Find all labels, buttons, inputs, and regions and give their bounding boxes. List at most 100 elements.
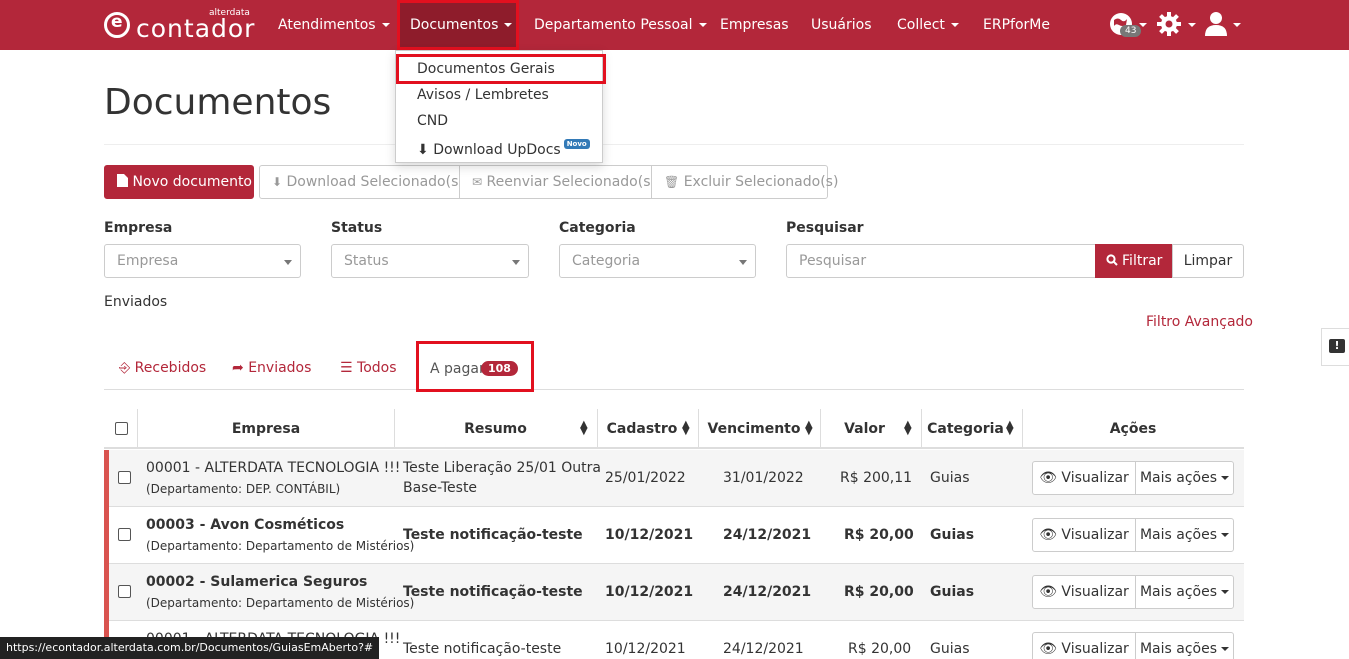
empresa-select[interactable]: Empresa (104, 244, 301, 278)
tabs-underline (104, 389, 1244, 390)
row-resumo: Teste notificação-teste (403, 527, 583, 543)
user-menu[interactable] (1204, 11, 1244, 39)
share-icon: ➦ (232, 360, 244, 376)
download-icon: ⬇ (417, 142, 429, 158)
view-button[interactable]: 👁 Visualizar (1032, 632, 1136, 659)
sort-icon[interactable]: ▲ ▼ (682, 420, 690, 437)
tab-all[interactable]: ☰ Todos (340, 360, 397, 376)
chevron-down-icon (1221, 647, 1230, 651)
nav-empresas[interactable]: Empresas (720, 0, 789, 50)
row-empresa: 00003 - Avon Cosméticos (146, 517, 345, 533)
tab-sent[interactable]: ➦ Enviados (232, 360, 311, 376)
nav-departamento-pessoal[interactable]: Departamento Pessoal (534, 0, 707, 50)
chevron-down-icon (1221, 590, 1230, 594)
sort-icon[interactable]: ▲ ▼ (580, 420, 588, 437)
documentos-dropdown-menu: Documentos Gerais Avisos / Lembretes CND… (395, 50, 606, 163)
chevron-down-icon (284, 260, 292, 265)
row-cadastro: 25/01/2022 (605, 470, 686, 486)
table-row: 00001 - ALTERDATA TECNOLOGIA !!! (Depart… (104, 450, 1244, 507)
categoria-select[interactable]: Categoria (559, 244, 756, 278)
download-selected-button[interactable]: ⬇ Download Selecionado(s) (259, 165, 464, 199)
new-badge: Novo (563, 139, 590, 149)
logo-text: contador (136, 14, 256, 43)
clear-button[interactable]: Limpar (1172, 244, 1244, 278)
nav-documentos[interactable]: Documentos (397, 0, 519, 50)
row-categoria: Guias (930, 470, 970, 486)
menu-item-cnd[interactable]: CND (417, 113, 448, 129)
sort-icon[interactable]: ▲ ▼ (1006, 420, 1014, 437)
col-vencimento[interactable]: Vencimento (698, 421, 810, 437)
view-button[interactable]: 👁 Visualizar (1032, 518, 1136, 552)
row-vencimento: 24/12/2021 (723, 527, 812, 543)
chevron-down-icon (504, 23, 513, 27)
econtador-logo[interactable]: e alterdata contador (104, 8, 254, 44)
menu-item-documentos-gerais[interactable]: Documentos Gerais (417, 61, 555, 77)
sort-icon[interactable]: ▲ ▼ (904, 420, 912, 437)
tab-to-pay-count: 108 (481, 361, 518, 376)
row-department: (Departamento: DEP. CONTÁBIL) (146, 482, 341, 496)
divider (104, 144, 1244, 145)
settings-menu[interactable] (1156, 11, 1196, 39)
new-document-button[interactable]: Novo documento (104, 165, 254, 199)
categoria-label: Categoria (559, 220, 636, 236)
chevron-down-icon (698, 23, 707, 27)
chevron-down-icon (512, 260, 520, 265)
table-row: 00003 - Avon Cosméticos (Departamento: D… (104, 507, 1244, 564)
feedback-icon: ! (1329, 339, 1345, 353)
nav-erpforme[interactable]: ERPforMe (983, 0, 1050, 50)
row-valor: R$ 20,00 (848, 641, 912, 657)
view-button[interactable]: 👁 Visualizar (1032, 461, 1136, 495)
filter-button[interactable]: Filtrar (1095, 244, 1173, 278)
row-empresa: 00002 - Sulamerica Seguros (146, 574, 368, 590)
tab-to-pay[interactable]: A pagar 108 (416, 341, 534, 392)
menu-item-download-updocs[interactable]: ⬇ Download UpDocs Novo (417, 139, 590, 158)
chevron-down-icon (739, 260, 747, 265)
delete-selected-button[interactable]: 🗑 Excluir Selecionado(s) (651, 165, 838, 199)
tab-received[interactable]: ⎆ Recebidos (119, 360, 206, 376)
col-valor[interactable]: Valor (820, 421, 909, 437)
row-categoria: Guias (930, 584, 975, 600)
top-navbar: e alterdata contador Atendimentos Docume… (0, 0, 1349, 50)
chevron-down-icon (1221, 533, 1230, 537)
select-all-checkbox[interactable] (115, 422, 128, 435)
status-select[interactable]: Status (331, 244, 529, 278)
advanced-filter-link[interactable]: Filtro Avançado (1146, 314, 1253, 330)
col-resumo[interactable]: Resumo (394, 421, 597, 437)
eye-icon: 👁 (1039, 584, 1057, 600)
row-vencimento: 31/01/2022 (723, 470, 804, 486)
search-input[interactable]: Pesquisar (786, 244, 1096, 278)
nav-collect[interactable]: Collect (897, 0, 959, 50)
nav-atendimentos[interactable]: Atendimentos (278, 0, 390, 50)
row-checkbox[interactable] (118, 528, 131, 541)
row-checkbox[interactable] (118, 585, 131, 598)
chevron-down-icon (1188, 23, 1196, 27)
sort-icon[interactable]: ▲ ▼ (805, 420, 813, 437)
menu-item-avisos-lembretes[interactable]: Avisos / Lembretes (417, 87, 549, 103)
row-resumo: Teste notificação-teste (403, 584, 583, 600)
row-checkbox[interactable] (118, 471, 131, 484)
view-button[interactable]: 👁 Visualizar (1032, 575, 1136, 609)
chevron-down-icon (1233, 23, 1241, 27)
more-actions-button[interactable]: Mais ações (1135, 575, 1234, 609)
eye-icon: 👁 (1039, 527, 1057, 543)
link-status-bar: https://econtador.alterdata.com.br/Docum… (0, 637, 380, 659)
col-empresa[interactable]: Empresa (137, 421, 395, 437)
inbox-icon: ⎆ (119, 360, 131, 376)
row-department: (Departamento: Departamento de Mistérios… (146, 539, 415, 553)
row-vencimento: 24/12/2021 (723, 641, 804, 657)
col-cadastro[interactable]: Cadastro (597, 421, 687, 437)
file-icon (117, 174, 128, 187)
eye-icon: 👁 (1039, 470, 1057, 486)
row-cadastro: 10/12/2021 (605, 584, 694, 600)
more-actions-button[interactable]: Mais ações (1135, 461, 1234, 495)
feedback-button[interactable]: ! (1321, 328, 1349, 366)
col-categoria[interactable]: Categoria (921, 421, 1010, 437)
table-row: 00002 - Sulamerica Seguros (Departamento… (104, 564, 1244, 621)
nav-usuarios[interactable]: Usuários (811, 0, 872, 50)
resend-selected-button[interactable]: ✉ Reenviar Selecionado(s) (459, 165, 656, 199)
row-empresa: 00001 - ALTERDATA TECNOLOGIA !!! (146, 460, 401, 476)
more-actions-button[interactable]: Mais ações (1135, 632, 1234, 659)
download-icon: ⬇ (272, 175, 283, 189)
more-actions-button[interactable]: Mais ações (1135, 518, 1234, 552)
tab-to-pay-label: A pagar (430, 361, 485, 377)
